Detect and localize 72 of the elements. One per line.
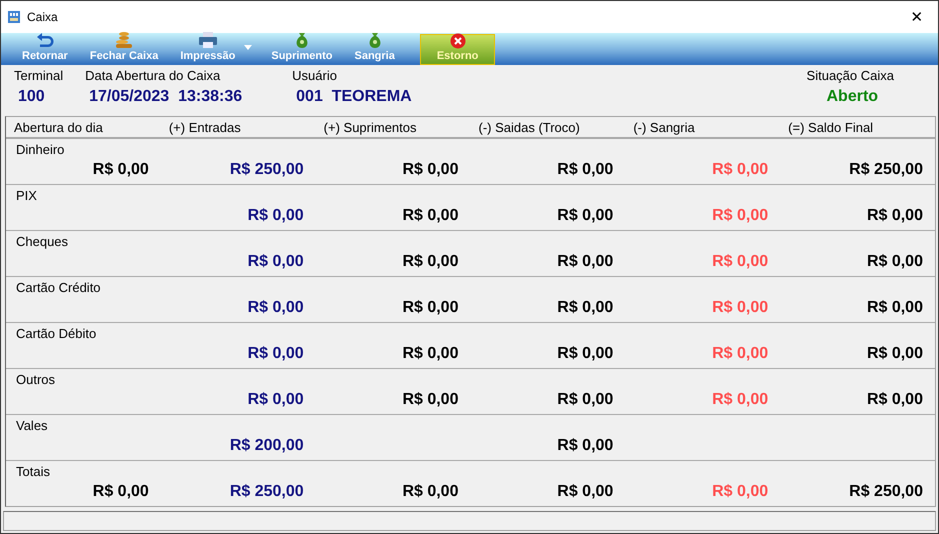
field-value: Aberto (825, 88, 878, 106)
toolbar-button[interactable]: Suprimento (260, 34, 344, 64)
toolbar-button[interactable]: Fechar Caixa (78, 34, 170, 64)
field-label: Usuário (292, 68, 338, 82)
column-header: (=) Saldo Final (787, 120, 874, 135)
printer-icon (198, 30, 218, 48)
amount-cell-text: R$ 0,00 (866, 391, 924, 410)
row-label: Totais (15, 463, 51, 480)
field-value: 17/05/2023 13:38:36 (88, 88, 242, 106)
amount-cell-text: R$ 0,00 (557, 299, 614, 318)
amount-cell-text: R$ 200,00 (230, 437, 305, 456)
amount-cell-text: R$ 0,00 (402, 161, 460, 180)
column-header: Abertura do dia (13, 120, 104, 135)
amount-cell-text: R$ 0,00 (712, 345, 770, 364)
amount-cell-text: R$ 0,00 (557, 253, 614, 272)
amount-cell-text: R$ 0,00 (712, 253, 770, 272)
amount-cell-text: R$ 250,00 (849, 161, 924, 180)
row-label: Cartão Débito (15, 325, 98, 342)
amount-cell-text: R$ 0,00 (866, 207, 924, 226)
amount-cell-text: R$ 0,00 (92, 483, 150, 502)
amount-cell-text: R$ 0,00 (866, 299, 924, 318)
column-header: (+) Entradas (168, 120, 242, 135)
toolbar-button[interactable]: Retornar (11, 34, 79, 64)
amount-cell-text: R$ 250,00 (230, 483, 305, 502)
row-label: Outros (15, 371, 56, 388)
toolbar-button[interactable]: Impressão (169, 34, 246, 64)
amount-cell-text: R$ 0,00 (712, 391, 770, 410)
amount-cell-text: R$ 0,00 (248, 299, 305, 318)
amount-cell-text: R$ 0,00 (712, 299, 770, 318)
amount-cell-text: R$ 0,00 (402, 299, 460, 318)
column-header: (-) Sangria (632, 120, 696, 135)
row-label: PIX (15, 187, 38, 204)
amount-cell-text: R$ 250,00 (849, 483, 924, 502)
field-label: Terminal (14, 68, 64, 82)
column-header: (+) Suprimentos (322, 120, 418, 135)
amount-cell-text: R$ 0,00 (402, 253, 460, 272)
amount-cell-text: R$ 0,00 (712, 207, 770, 226)
field-label: Data Abertura do Caixa (85, 68, 222, 82)
row-label: Vales (15, 417, 49, 434)
amount-cell-text: R$ 0,00 (712, 483, 770, 502)
amount-cell-text: R$ 0,00 (557, 483, 614, 502)
amount-cell-text: R$ 0,00 (557, 391, 614, 410)
amount-cell-text: R$ 0,00 (866, 345, 924, 364)
toolbar-button[interactable]: Sangria (343, 34, 406, 64)
amount-cell-text: R$ 0,00 (92, 161, 150, 180)
amount-cell-text: R$ 0,00 (557, 161, 614, 180)
field-value: 100 (17, 88, 46, 106)
amount-cell-text: R$ 0,00 (248, 253, 305, 272)
amount-cell-text: R$ 0,00 (402, 207, 460, 226)
amount-cell-text: R$ 0,00 (248, 345, 305, 364)
field-value: 001 TEOREMA (295, 88, 412, 106)
amount-cell-text: R$ 0,00 (248, 207, 305, 226)
amount-cell-text: R$ 0,00 (402, 391, 460, 410)
close-button[interactable]: ✕ (902, 2, 932, 32)
amount-cell-text: R$ 0,00 (402, 345, 460, 364)
amount-cell-text: R$ 0,00 (557, 437, 614, 456)
amount-cell-text: R$ 0,00 (557, 345, 614, 364)
row-label: Cartão Crédito (15, 279, 102, 296)
row-label: Dinheiro (15, 141, 66, 158)
field-label: Situação Caixa (806, 68, 894, 82)
amount-cell-text: R$ 250,00 (230, 161, 305, 180)
row-label: Cheques (15, 233, 70, 250)
amount-cell-text: R$ 0,00 (248, 391, 305, 410)
column-header: (-) Saidas (Troco) (477, 120, 581, 135)
window-title: Caixa (27, 10, 59, 24)
cash-register-icon (7, 10, 21, 24)
amount-cell-text: R$ 0,00 (866, 253, 924, 272)
toolbar-button[interactable]: Estorno (420, 34, 496, 64)
amount-cell-text: R$ 0,00 (557, 207, 614, 226)
amount-cell-text: R$ 0,00 (402, 483, 460, 502)
return-arrow-icon (34, 30, 55, 48)
amount-cell-text: R$ 0,00 (712, 161, 770, 180)
